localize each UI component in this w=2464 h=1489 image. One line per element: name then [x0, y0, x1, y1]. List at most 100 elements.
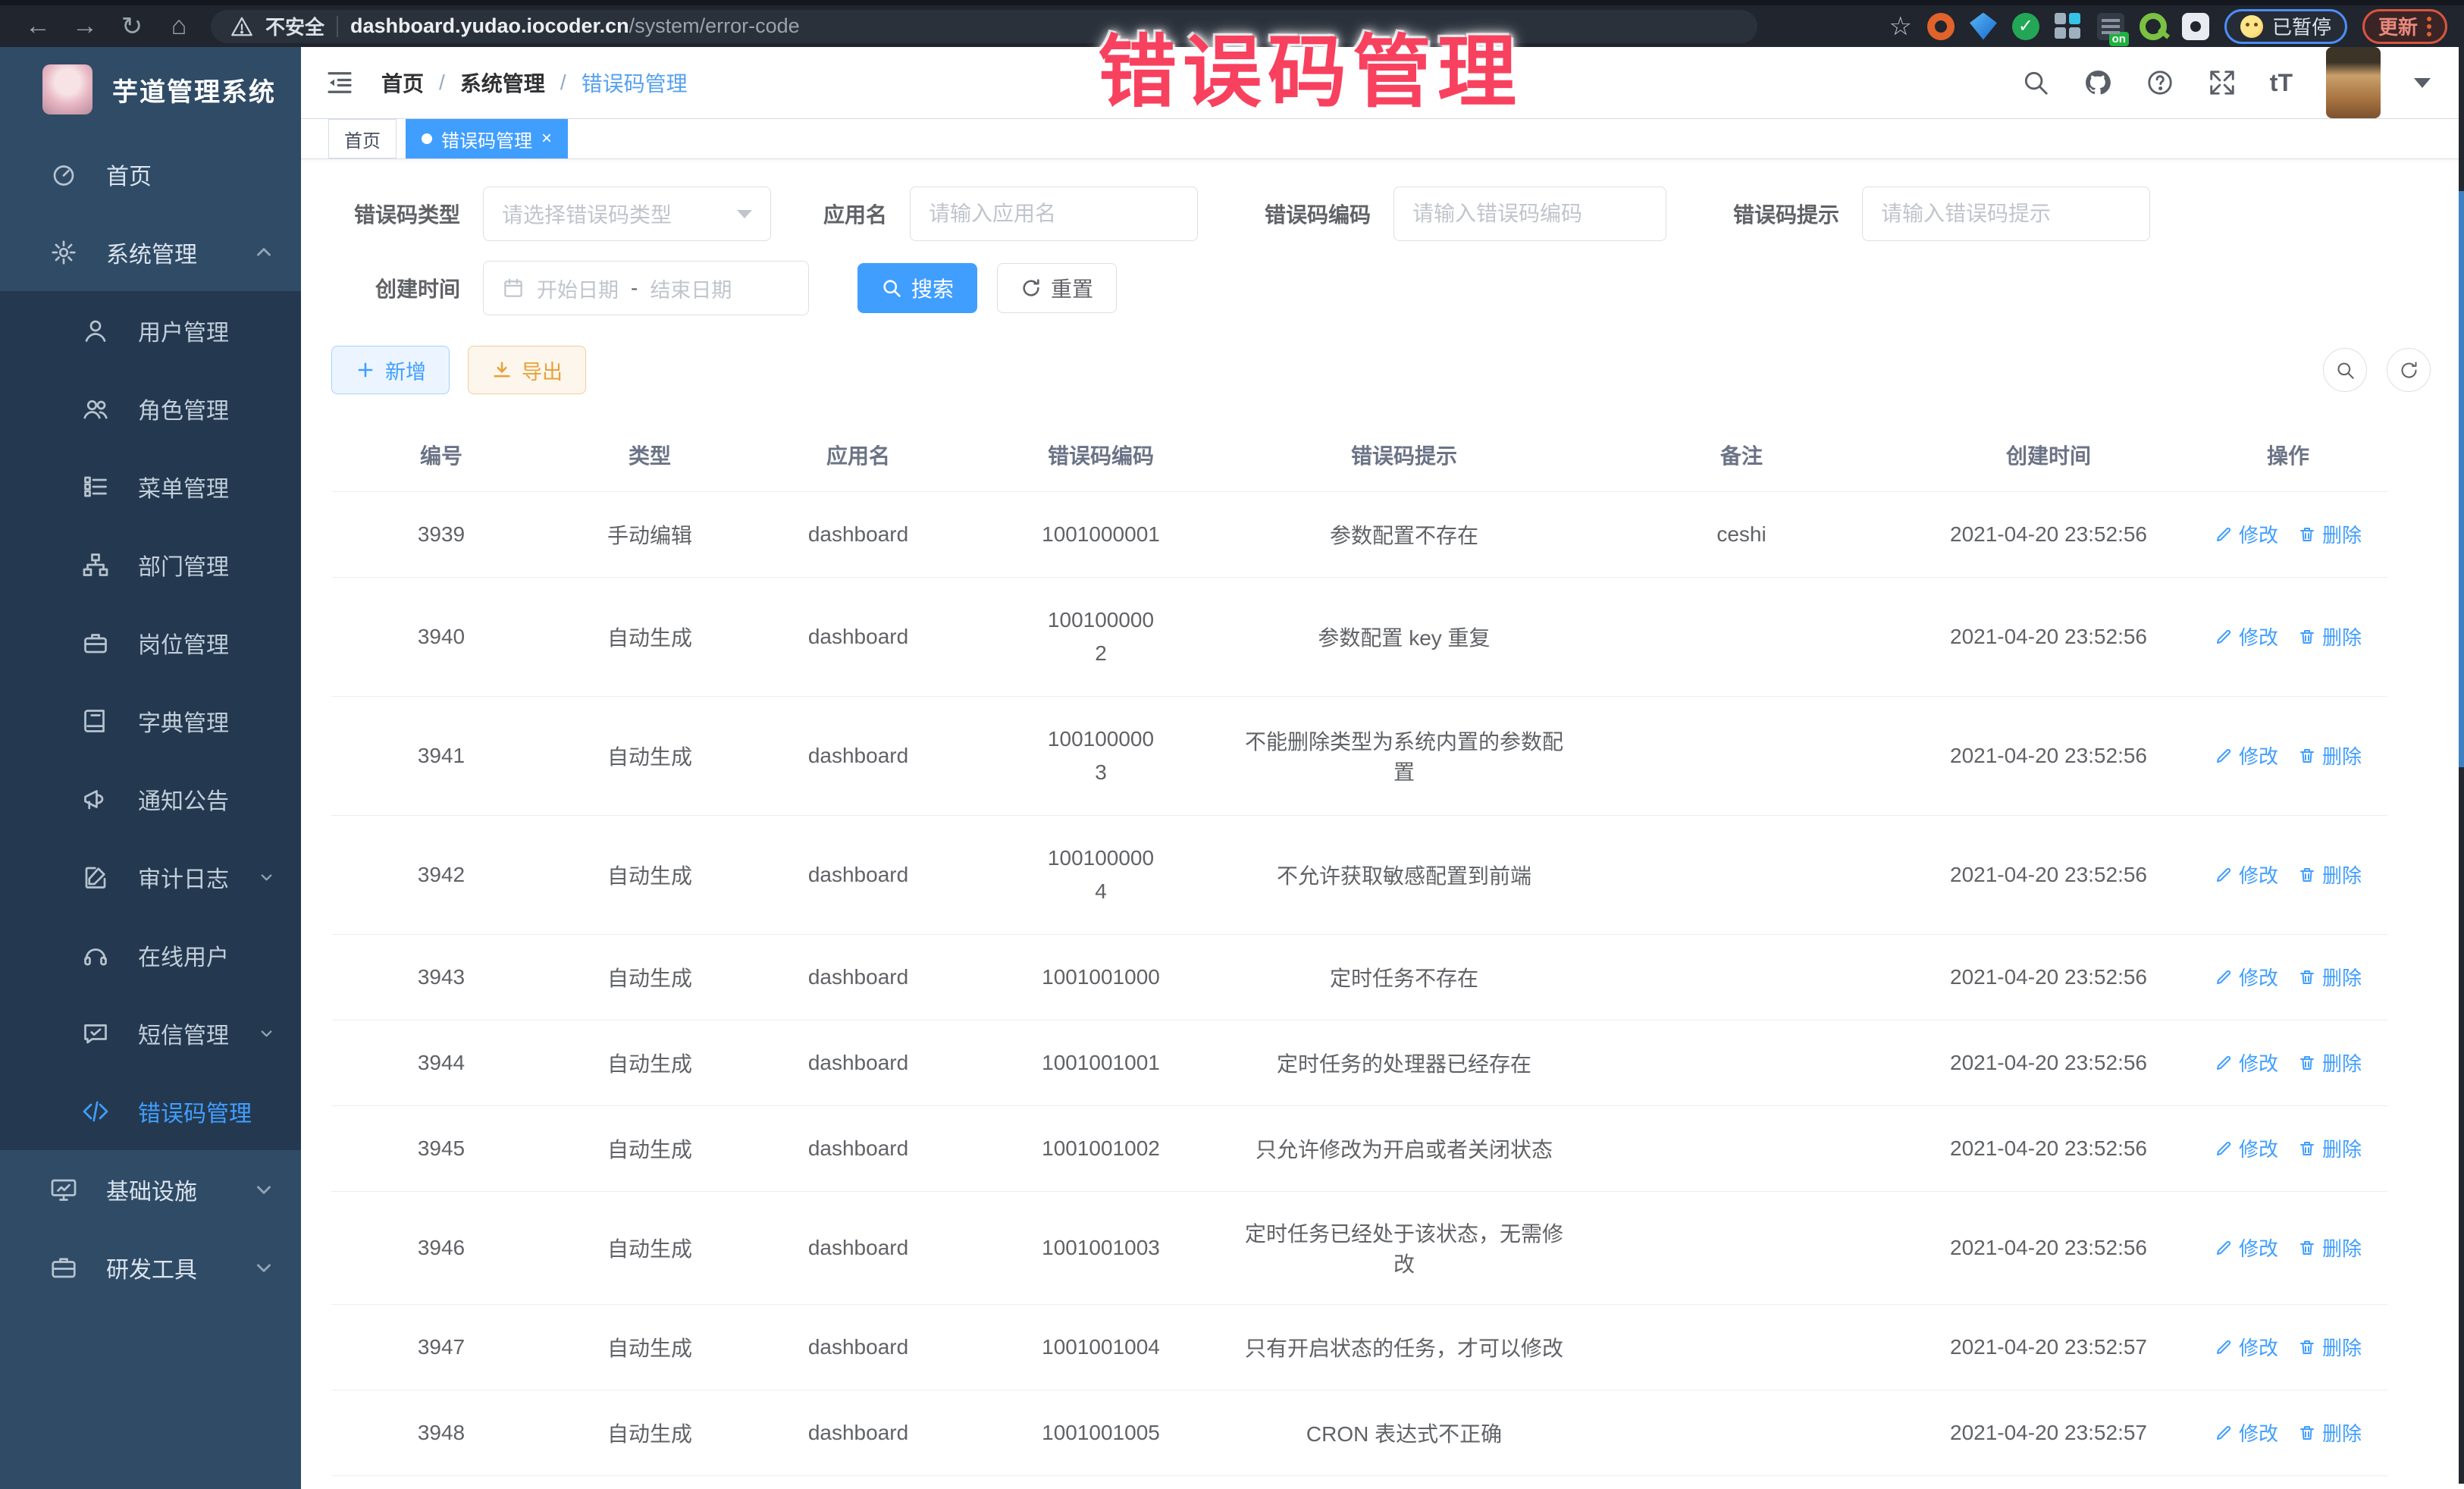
avatar-caret-icon[interactable]: [2414, 78, 2431, 88]
tab-active-1[interactable]: 错误码管理 ×: [406, 119, 568, 158]
trash-icon: [2298, 1139, 2316, 1158]
header-search-icon[interactable]: [2021, 68, 2050, 97]
export-button[interactable]: 导出: [468, 346, 586, 394]
cell-time: 2021-04-20 23:52:57: [1908, 1305, 2189, 1390]
cell-hint: 参数配置不存在: [1234, 492, 1575, 578]
github-icon[interactable]: [2083, 68, 2112, 97]
back-icon[interactable]: ←: [17, 10, 59, 43]
breadcrumb-home[interactable]: 首页: [381, 67, 424, 98]
sidebar-logo-row[interactable]: 芋道管理系统: [0, 47, 301, 132]
edit-link[interactable]: 修改: [2215, 1234, 2278, 1262]
extension-green-icon[interactable]: ✓: [2012, 13, 2039, 40]
cell-actions: 修改删除: [2189, 816, 2387, 935]
sidebar-item-label: 在线用户: [138, 939, 229, 972]
delete-link[interactable]: 删除: [2298, 860, 2362, 889]
delete-link[interactable]: 删除: [2298, 741, 2362, 770]
app-input[interactable]: [929, 202, 1179, 226]
edit-link[interactable]: 修改: [2215, 1418, 2278, 1447]
edit-link[interactable]: 修改: [2215, 860, 2278, 889]
home-icon[interactable]: ⌂: [158, 10, 200, 43]
extension-gem-icon[interactable]: [1970, 13, 1997, 40]
breadcrumb-system[interactable]: 系统管理: [460, 67, 545, 98]
fullscreen-icon[interactable]: [2208, 68, 2237, 97]
security-label[interactable]: 不安全: [265, 12, 324, 40]
sidebar-item-notice[interactable]: 通知公告: [0, 760, 301, 838]
delete-link[interactable]: 删除: [2298, 622, 2362, 650]
sidebar-item-role[interactable]: 角色管理: [0, 369, 301, 447]
sidebar-item-post[interactable]: 岗位管理: [0, 603, 301, 682]
tab-0[interactable]: 首页: [328, 119, 397, 158]
edit-link[interactable]: 修改: [2215, 1134, 2278, 1162]
hamburger-icon[interactable]: [324, 67, 356, 99]
sidebar-item-label: 通知公告: [138, 782, 229, 816]
reset-button[interactable]: 重置: [997, 263, 1117, 313]
delete-link[interactable]: 删除: [2298, 1333, 2362, 1361]
forward-icon[interactable]: →: [64, 10, 106, 43]
bookmark-star-icon[interactable]: ☆: [1889, 11, 1911, 42]
delete-link[interactable]: 删除: [2298, 520, 2362, 548]
tab-label: 错误码管理: [441, 126, 532, 152]
sidebar-item-home[interactable]: 首页: [0, 135, 301, 213]
url-path: /system/error-code: [629, 14, 800, 37]
delete-link[interactable]: 删除: [2298, 963, 2362, 991]
edit-link[interactable]: 修改: [2215, 963, 2278, 991]
delete-link[interactable]: 删除: [2298, 1049, 2362, 1077]
browser-nav: ← → ↻ ⌂: [17, 10, 200, 43]
sidebar-item-sms[interactable]: 短信管理: [0, 994, 301, 1072]
text-size-icon[interactable]: tT: [2270, 69, 2293, 97]
hint-input[interactable]: [1881, 202, 2131, 226]
errcode-icon: [82, 1098, 109, 1125]
sidebar-item-menu[interactable]: 菜单管理: [0, 447, 301, 525]
reload-icon[interactable]: ↻: [111, 10, 153, 43]
cell-app: dashboard: [748, 578, 968, 697]
cell-remark: [1575, 1192, 1908, 1305]
type-select[interactable]: 请选择错误码类型: [483, 187, 771, 241]
app-title: 芋道管理系统: [112, 71, 276, 108]
toggle-search-button[interactable]: [2323, 348, 2367, 392]
close-icon[interactable]: ×: [541, 130, 552, 148]
delete-link[interactable]: 删除: [2298, 1234, 2362, 1262]
delete-link[interactable]: 删除: [2298, 1134, 2362, 1162]
extension-switch-icon[interactable]: on: [2097, 13, 2124, 40]
add-button[interactable]: 新增: [331, 346, 450, 394]
tab-label: 首页: [344, 126, 381, 152]
refresh-table-button[interactable]: [2387, 348, 2431, 392]
date-range-picker[interactable]: 开始日期 - 结束日期: [483, 261, 809, 315]
window-scrollbar[interactable]: [2459, 47, 2464, 1484]
sidebar-item-system[interactable]: 系统管理: [0, 213, 301, 291]
user-avatar[interactable]: [2326, 47, 2381, 118]
sidebar-item-devtools[interactable]: 研发工具: [0, 1228, 301, 1306]
extension-key-icon[interactable]: [2140, 13, 2167, 40]
delete-link[interactable]: 删除: [2298, 1418, 2362, 1447]
edit-link[interactable]: 修改: [2215, 1049, 2278, 1077]
hint-label: 错误码提示: [1710, 199, 1839, 229]
edit-link[interactable]: 修改: [2215, 1333, 2278, 1361]
table-row: 3941自动生成dashboard100100000 3不能删除类型为系统内置的…: [331, 697, 2387, 816]
edit-label: 修改: [2239, 1234, 2278, 1262]
sidebar-item-dict[interactable]: 字典管理: [0, 682, 301, 760]
address-bar[interactable]: 不安全 dashboard.yudao.iocoder.cn/system/er…: [211, 10, 1757, 43]
sidebar-item-errcode[interactable]: 错误码管理: [0, 1072, 301, 1150]
profile-paused-badge[interactable]: 已暂停: [2224, 9, 2347, 44]
help-icon[interactable]: [2146, 68, 2174, 97]
sidebar-item-label: 用户管理: [138, 314, 229, 347]
sidebar-item-infra[interactable]: 基础设施: [0, 1150, 301, 1228]
sidebar-item-user[interactable]: 用户管理: [0, 291, 301, 369]
extension-grid-icon[interactable]: [2055, 13, 2082, 40]
edit-link[interactable]: 修改: [2215, 741, 2278, 770]
sidebar-item-audit[interactable]: 审计日志: [0, 838, 301, 916]
extension-orange-icon[interactable]: [1927, 13, 1955, 40]
screen: 错误码管理 ← → ↻ ⌂ 不安全 dashboard.yudao.iocode…: [0, 0, 2464, 1489]
url-text[interactable]: dashboard.yudao.iocoder.cn/system/error-…: [350, 14, 800, 38]
hint-input-wrap: [1862, 187, 2150, 241]
sidebar-item-dept[interactable]: 部门管理: [0, 525, 301, 603]
code-input[interactable]: [1412, 202, 1647, 226]
cell-time: 2021-04-20 23:52:56: [1908, 816, 2189, 935]
browser-menu-icon[interactable]: [2427, 17, 2431, 36]
edit-link[interactable]: 修改: [2215, 622, 2278, 650]
sidebar-item-online[interactable]: 在线用户: [0, 916, 301, 994]
extensions-puzzle-icon[interactable]: [2182, 13, 2209, 40]
browser-update-badge[interactable]: 更新: [2362, 9, 2447, 44]
edit-link[interactable]: 修改: [2215, 520, 2278, 548]
search-button[interactable]: 搜索: [857, 263, 977, 313]
